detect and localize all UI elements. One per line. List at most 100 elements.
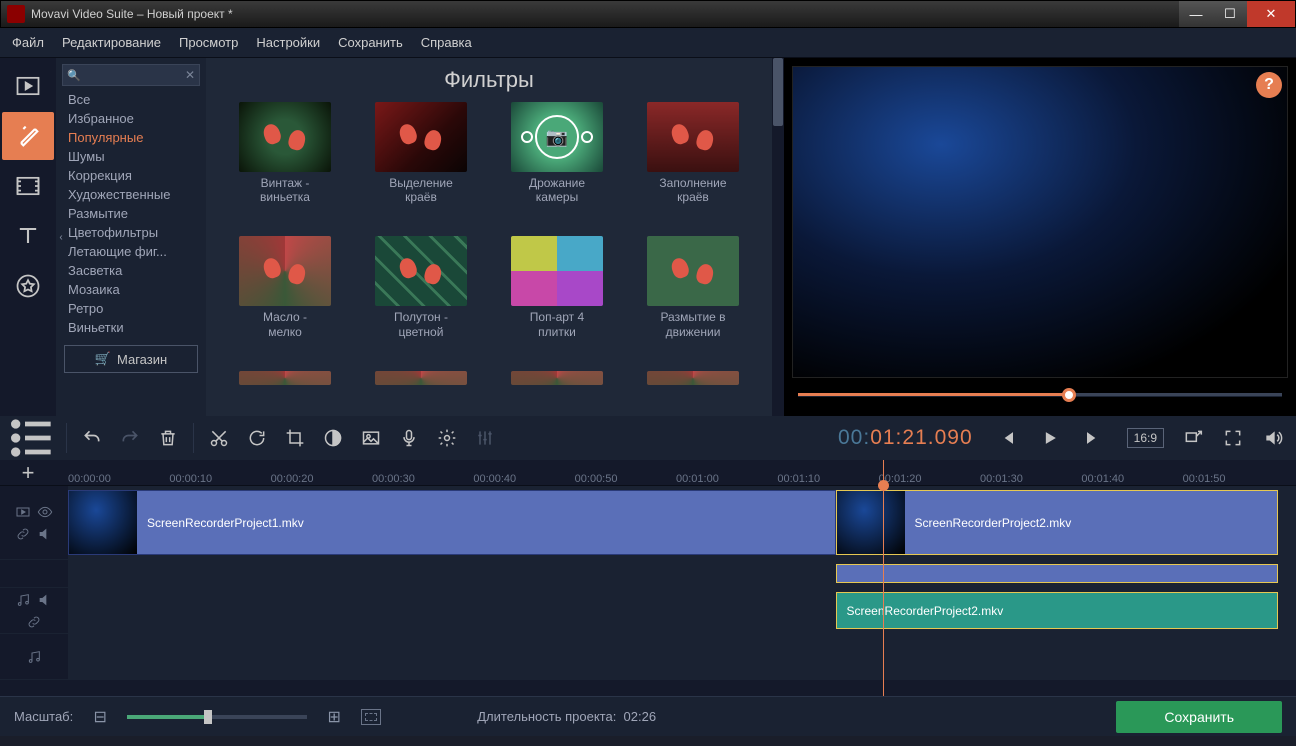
menu-view[interactable]: Просмотр <box>179 35 238 50</box>
filter-item[interactable]: Полутон - цветной <box>360 236 482 362</box>
filter-label: Заполнение краёв <box>659 176 726 205</box>
eye-icon[interactable] <box>37 504 53 520</box>
redo-button[interactable] <box>111 420 149 456</box>
timecode-value: 01:21.090 <box>870 426 972 450</box>
audio-track-body[interactable]: ScreenRecorderProject2.mkv <box>68 588 1296 633</box>
close-button[interactable]: ✕ <box>1247 1 1295 27</box>
save-button[interactable]: Сохранить <box>1116 701 1282 733</box>
zoom-fit-button[interactable] <box>361 709 381 725</box>
filter-item[interactable]: Поп-арт 4 плитки <box>496 236 618 362</box>
fullscreen-button[interactable] <box>1214 420 1252 456</box>
category-item[interactable]: Коррекция <box>56 166 206 185</box>
category-item[interactable]: Виньетки <box>56 318 206 337</box>
filter-thumbnail <box>375 236 467 306</box>
timeline-list-button[interactable] <box>4 420 60 456</box>
detach-button[interactable] <box>1174 420 1212 456</box>
overlay-track-body[interactable] <box>68 560 1296 587</box>
video-track-header[interactable] <box>0 486 68 559</box>
tool-transitions[interactable] <box>2 162 54 210</box>
gear-button[interactable] <box>428 420 466 456</box>
tool-media[interactable] <box>2 62 54 110</box>
category-item[interactable]: Шумы <box>56 147 206 166</box>
filters-grid: Винтаж - виньеткаВыделение краёв📷Дрожани… <box>206 102 772 416</box>
menu-file[interactable]: Файл <box>12 35 44 50</box>
minimize-button[interactable]: — <box>1179 1 1213 27</box>
menu-save[interactable]: Сохранить <box>338 35 403 50</box>
zoom-slider[interactable] <box>127 715 307 719</box>
category-item[interactable]: Цветофильтры <box>56 223 206 242</box>
menu-settings[interactable]: Настройки <box>256 35 320 50</box>
audio-track-header[interactable] <box>0 588 68 633</box>
prev-button[interactable] <box>991 420 1025 456</box>
link-icon[interactable] <box>26 614 42 630</box>
filter-item[interactable]: Масло - мелко <box>224 236 346 362</box>
filter-thumbnail <box>375 102 467 172</box>
volume-button[interactable] <box>1254 420 1292 456</box>
color-button[interactable] <box>314 420 352 456</box>
aspect-ratio[interactable]: 16:9 <box>1127 428 1164 448</box>
ruler-tick: 00:00:40 <box>473 473 516 485</box>
ruler-tick: 00:00:20 <box>271 473 314 485</box>
overlay-track <box>0 560 1296 588</box>
delete-button[interactable] <box>149 420 187 456</box>
category-item[interactable]: Мозаика <box>56 280 206 299</box>
play-button[interactable] <box>1033 420 1067 456</box>
video-clip[interactable]: ScreenRecorderProject1.mkv <box>68 490 836 555</box>
ruler-tick: 00:00:10 <box>169 473 212 485</box>
category-item[interactable]: Популярные <box>56 128 206 147</box>
tool-titles[interactable] <box>2 212 54 260</box>
cut-button[interactable] <box>200 420 238 456</box>
video-clip[interactable] <box>836 564 1278 583</box>
panel-scrollbar[interactable] <box>772 58 784 416</box>
maximize-button[interactable]: ☐ <box>1213 1 1247 27</box>
category-item[interactable]: Все <box>56 90 206 109</box>
video-clip[interactable]: ScreenRecorderProject2.mkv <box>836 490 1278 555</box>
music-track-header[interactable] <box>0 634 68 679</box>
rotate-button[interactable] <box>238 420 276 456</box>
equalizer-button[interactable] <box>466 420 504 456</box>
clear-icon[interactable]: ✕ <box>185 68 195 82</box>
ruler-tick: 00:01:00 <box>676 473 719 485</box>
next-button[interactable] <box>1075 420 1109 456</box>
duration-label: Длительность проекта: 02:26 <box>477 709 656 724</box>
zoom-out-button[interactable]: ⊟ <box>91 707 109 727</box>
add-track-button[interactable]: + <box>0 460 56 485</box>
filter-item[interactable]: Выделение краёв <box>360 102 482 228</box>
store-button[interactable]: 🛒 Магазин <box>64 345 198 373</box>
audio-clip[interactable]: ScreenRecorderProject2.mkv <box>836 592 1278 629</box>
tool-filters[interactable] <box>2 112 54 160</box>
speaker-icon[interactable] <box>37 592 53 608</box>
category-item[interactable]: Засветка <box>56 261 206 280</box>
category-item[interactable]: Летающие фиг... <box>56 242 206 261</box>
undo-button[interactable] <box>73 420 111 456</box>
category-item[interactable]: Ретро <box>56 299 206 318</box>
filter-thumbnail <box>239 236 331 306</box>
menu-help[interactable]: Справка <box>421 35 472 50</box>
speaker-icon[interactable] <box>37 526 53 542</box>
preview-seek-slider[interactable] <box>798 384 1282 406</box>
zoom-in-button[interactable]: ⊞ <box>325 707 343 727</box>
filter-item[interactable]: Винтаж - виньетка <box>224 102 346 228</box>
category-item[interactable]: Художественные <box>56 185 206 204</box>
music-track-body[interactable] <box>68 634 1296 679</box>
category-item[interactable]: Избранное <box>56 109 206 128</box>
filter-item[interactable]: Размытие в движении <box>632 236 754 362</box>
video-track-body[interactable]: ScreenRecorderProject1.mkvScreenRecorder… <box>68 486 1296 559</box>
category-item[interactable]: Размытие <box>56 204 206 223</box>
help-button[interactable]: ? <box>1256 72 1282 98</box>
collapse-sidebar-button[interactable]: ‹ <box>56 217 66 257</box>
tool-stickers[interactable] <box>2 262 54 310</box>
link-icon[interactable] <box>15 526 31 542</box>
ruler-tick: 00:01:10 <box>777 473 820 485</box>
preview-video[interactable] <box>792 66 1288 378</box>
mic-button[interactable] <box>390 420 428 456</box>
timeline-ruler[interactable]: + 00:00:0000:00:1000:00:2000:00:3000:00:… <box>0 460 1296 486</box>
audio-track: ScreenRecorderProject2.mkv <box>0 588 1296 634</box>
menu-edit[interactable]: Редактирование <box>62 35 161 50</box>
filter-item[interactable]: Заполнение краёв <box>632 102 754 228</box>
crop-button[interactable] <box>276 420 314 456</box>
search-box[interactable]: 🔍 ✕ <box>62 64 200 86</box>
filter-item[interactable]: 📷Дрожание камеры <box>496 102 618 228</box>
image-button[interactable] <box>352 420 390 456</box>
search-input[interactable] <box>85 68 179 82</box>
